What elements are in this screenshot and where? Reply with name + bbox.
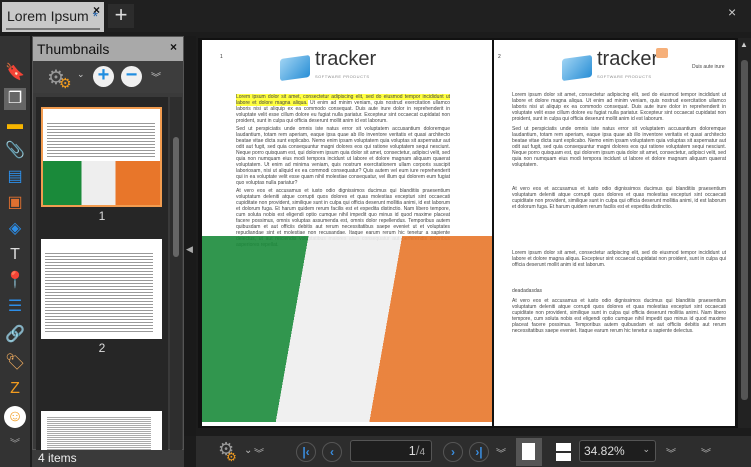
paragraph: Lorem ipsum dolor sit amet, consectetur …	[236, 94, 451, 124]
chevron-down-icon[interactable]: ⌄	[244, 445, 252, 456]
panel-title: Thumbnails	[37, 41, 110, 57]
link-icon[interactable]: 🔗	[4, 324, 26, 346]
structure-icon[interactable]: ☰	[4, 296, 26, 318]
last-page-button[interactable]: ›|	[469, 442, 489, 462]
layers-icon[interactable]: ◈	[4, 218, 26, 240]
more-chevron-icon[interactable]: ︾	[151, 69, 161, 84]
page-number-input[interactable]: 1/4	[350, 440, 432, 462]
panel-splitter[interactable]: ◀	[184, 36, 196, 436]
tag-icon[interactable]: 🏷	[4, 352, 26, 374]
tracker-logo: tracker SOFTWARE PRODUCTS	[280, 49, 376, 86]
single-page-view-button[interactable]	[516, 438, 542, 466]
collapse-arrow-icon[interactable]: ◀	[186, 244, 193, 255]
thumbnails-toolbar: ⚙ ⚙ ⌄ + − ︾	[33, 61, 183, 93]
zoom-select[interactable]: 34.82% ⌄	[579, 440, 656, 462]
page-1: 1 tracker SOFTWARE PRODUCTS Lorem ipsum d…	[202, 40, 492, 426]
thumbnail-label: 1	[98, 209, 106, 223]
header-text: Duis aute irure	[692, 64, 725, 70]
document-view: 1 tracker SOFTWARE PRODUCTS Lorem ipsum d…	[198, 38, 738, 428]
more-chevron-icon[interactable]: ︾	[254, 445, 264, 460]
panel-close-icon[interactable]: ×	[170, 40, 177, 54]
paragraph: Lorem ipsum dolor sit amet, consectetur …	[512, 92, 726, 122]
thumbnail-label: 2	[98, 341, 106, 355]
more-chevron-icon[interactable]: ︾	[496, 445, 506, 460]
page-number: 2	[498, 54, 501, 60]
accessibility-icon[interactable]: ☺	[4, 406, 26, 428]
scroll-up-icon[interactable]: ▲	[740, 40, 748, 49]
comments-icon[interactable]: ▬	[4, 114, 26, 136]
paragraph: At vero eos et accusamus et iusto odio d…	[512, 298, 726, 334]
heading: deadadasdas	[512, 288, 543, 294]
thumbnail-page-2[interactable]	[41, 239, 162, 339]
thumbnails-icon[interactable]: ❐	[4, 88, 26, 110]
thumbnails-scrollbar[interactable]	[170, 97, 182, 451]
flag-image	[202, 236, 492, 422]
destinations-icon[interactable]: 📍	[4, 270, 26, 292]
page-number: 1	[220, 54, 223, 60]
comment-note-icon[interactable]	[656, 48, 668, 58]
close-icon[interactable]: ×	[728, 4, 736, 20]
status-count: 4 items	[32, 450, 184, 467]
text-icon[interactable]: T	[4, 244, 26, 266]
document-icon[interactable]: ▤	[4, 166, 26, 188]
more-chevron-icon[interactable]: ︾	[666, 445, 676, 460]
text-lines	[47, 123, 155, 157]
zoom-in-button[interactable]: +	[93, 65, 114, 87]
more-chevron-icon[interactable]: ︾	[4, 434, 26, 456]
left-sidebar: 🔖 ❐ ▬ 📎 ▤ ▣ ◈ T 📍 ☰ 🔗 🏷 Z ☺ ︾	[0, 36, 30, 467]
previous-page-button[interactable]: ‹	[322, 442, 342, 462]
compare-icon[interactable]: Z	[4, 378, 26, 400]
thumbnail-page-1[interactable]	[41, 107, 162, 207]
zoom-out-button[interactable]: −	[121, 65, 142, 87]
flag-image	[43, 161, 160, 205]
thumbnails-panel: Thumbnails × ⚙ ⚙ ⌄ + − ︾ 1 2	[32, 36, 184, 451]
tab-title: Lorem Ipsum	[7, 8, 89, 24]
document-scrollbar[interactable]: ▲	[738, 38, 751, 428]
gear-small-icon: ⚙	[59, 75, 72, 91]
paragraph: Sed ut perspiciatis unde omnis iste natu…	[512, 126, 726, 168]
bookmark-icon[interactable]: 🔖	[4, 62, 26, 84]
tab-close-icon[interactable]: ×	[93, 3, 100, 17]
more-chevron-icon[interactable]: ︾	[701, 445, 711, 460]
paragraph: Lorem ipsum dolor sit amet, consectetur …	[512, 250, 726, 268]
text-lines	[47, 417, 151, 451]
gear-small-icon: ⚙	[226, 450, 237, 464]
chevron-down-icon[interactable]: ⌄	[77, 69, 85, 80]
new-tab-button[interactable]: +	[108, 4, 134, 28]
panel-header: Thumbnails ×	[33, 37, 183, 61]
continuous-view-button[interactable]	[556, 443, 571, 461]
document-tab[interactable]: Lorem Ipsum * ×	[2, 2, 104, 32]
text-lines	[45, 253, 153, 333]
attachment-icon[interactable]: 📎	[4, 140, 26, 162]
next-page-button[interactable]: ›	[443, 442, 463, 462]
tab-underline	[6, 28, 100, 30]
page-2: 2 tracker SOFTWARE PRODUCTS Duis aute iru…	[494, 40, 735, 426]
signature-icon[interactable]: ▣	[4, 192, 26, 214]
thumbnail-page-3[interactable]	[41, 411, 162, 451]
first-page-button[interactable]: |‹	[296, 442, 316, 462]
bottom-toolbar: ⚙ ⚙ ⌄ ︾ |‹ ‹ 1/4 › ›| ︾ 34.82% ⌄ ︾ ︾	[196, 436, 751, 467]
scrollbar-thumb[interactable]	[741, 60, 748, 400]
thumbnail-list: 1 2	[36, 97, 168, 451]
tracker-logo: tracker SOFTWARE PRODUCTS	[562, 49, 658, 86]
paragraph: At vero eos et accusamus et iusto odio d…	[512, 186, 726, 210]
tab-bar: Lorem Ipsum * × + ×	[0, 0, 751, 32]
paragraph: Sed ut perspiciatis unde omnis iste natu…	[236, 126, 450, 186]
scrollbar-thumb[interactable]	[173, 137, 179, 257]
